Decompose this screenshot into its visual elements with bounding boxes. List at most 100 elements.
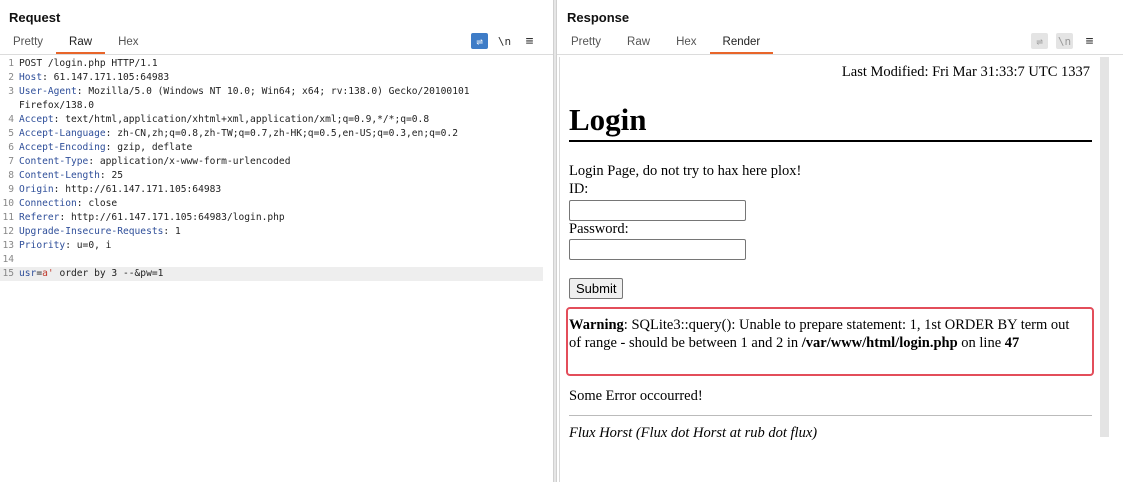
editor-line: 11 Referer: http://61.147.171.105:64983/l… bbox=[0, 211, 553, 225]
line-content: Host: 61.147.171.105:64983 bbox=[19, 71, 553, 85]
header-separator: : bbox=[65, 240, 77, 251]
line-number: 12 bbox=[2, 226, 14, 237]
line-number: 8 bbox=[8, 170, 14, 181]
header-value: http://61.147.171.105:64983/login.php bbox=[71, 212, 285, 223]
warning-line-number: 47 bbox=[1004, 335, 1020, 351]
header-separator: : bbox=[53, 184, 66, 195]
header-separator: : bbox=[42, 72, 54, 83]
header-value: 25 bbox=[111, 170, 123, 181]
line-content bbox=[19, 253, 553, 267]
request-tab-raw[interactable]: Raw bbox=[56, 34, 106, 54]
header-value: http://61.147.171.105:64983 bbox=[65, 184, 222, 195]
header-value: u=0, i bbox=[76, 240, 112, 251]
header-separator: : bbox=[88, 156, 100, 167]
editor-line: 1 POST /login.php HTTP/1.1 bbox=[0, 57, 553, 71]
line-number: 3 bbox=[8, 86, 14, 97]
line-content: Origin: http://61.147.171.105:64983 bbox=[19, 183, 553, 197]
param-name: usr bbox=[19, 268, 37, 279]
response-tab-raw[interactable]: Raw bbox=[614, 34, 663, 54]
header-value: 61.147.171.105:64983 bbox=[53, 72, 170, 83]
line-number: 5 bbox=[8, 128, 14, 139]
password-input[interactable] bbox=[569, 239, 746, 260]
response-title: Response bbox=[567, 10, 630, 25]
editor-line: 6 Accept-Encoding: gzip, deflate bbox=[0, 141, 553, 155]
request-pane: Request Pretty Raw Hex ⇌ \n ≡ 1 POST /log… bbox=[0, 0, 553, 482]
request-editor[interactable]: 1 POST /login.php HTTP/1.1 2 Host: 61.147.1… bbox=[0, 57, 553, 281]
header-separator: : bbox=[105, 142, 118, 153]
editor-line: 9 Origin: http://61.147.171.105:64983 bbox=[0, 183, 553, 197]
header-separator: : bbox=[76, 198, 89, 209]
line-content: Firefox/138.0 bbox=[19, 99, 553, 113]
response-tab-pretty[interactable]: Pretty bbox=[558, 34, 614, 54]
word-wrap-icon[interactable]: ⇌ bbox=[471, 33, 488, 49]
heading-rule bbox=[569, 140, 1092, 142]
body-rest: order by 3 --&pw=1 bbox=[53, 268, 164, 279]
editor-line: 3 User-Agent: Mozilla/5.0 (Windows NT 10.… bbox=[0, 85, 553, 99]
line-number: 13 bbox=[2, 240, 14, 251]
line-number: 15 bbox=[2, 268, 14, 279]
editor-line: 5 Accept-Language: zh-CN,zh;q=0.8,zh-TW;q… bbox=[0, 127, 553, 141]
header-value: gzip, deflate bbox=[117, 142, 193, 153]
header-name: Accept-Encoding bbox=[19, 142, 106, 153]
render-scrollbar[interactable] bbox=[1100, 57, 1109, 437]
header-name: Upgrade-Insecure-Requests bbox=[19, 226, 164, 237]
header-value: 1 bbox=[174, 226, 181, 237]
intro-text: Login Page, do not try to hax here plox! bbox=[569, 163, 802, 179]
line-content: Accept: text/html,application/xhtml+xml,… bbox=[19, 113, 553, 127]
request-tab-pretty[interactable]: Pretty bbox=[0, 34, 56, 54]
submit-button[interactable]: Submit bbox=[569, 278, 624, 299]
line-number: 14 bbox=[2, 254, 14, 265]
line-number bbox=[0, 99, 19, 113]
response-tabs: Pretty Raw Hex Render bbox=[558, 34, 774, 54]
header-value: POST /login.php HTTP/1.1 bbox=[19, 58, 158, 69]
line-number: 6 bbox=[8, 142, 14, 153]
header-separator: : bbox=[59, 212, 71, 223]
hamburger-menu-icon[interactable]: ≡ bbox=[1081, 33, 1098, 49]
newline-toggle-icon[interactable]: \n bbox=[496, 33, 513, 49]
editor-line: 10 Connection: close bbox=[0, 197, 553, 211]
word-wrap-icon[interactable]: ⇌ bbox=[1031, 33, 1048, 49]
response-tab-hex[interactable]: Hex bbox=[663, 34, 709, 54]
line-content: Upgrade-Insecure-Requests: 1 bbox=[19, 225, 553, 239]
response-pane: Response Pretty Raw Hex Render ⇌ \n ≡ La… bbox=[557, 0, 1123, 482]
warning-label: Warning bbox=[569, 317, 624, 333]
line-number: 7 bbox=[8, 156, 14, 167]
header-name: Accept bbox=[19, 114, 54, 125]
line-content: usr=a' order by 3 --&pw=1 bbox=[19, 267, 543, 281]
rendered-page: Last Modified: Fri Mar 31:33:7 UTC 1337 … bbox=[559, 57, 1099, 482]
footer-rule bbox=[569, 415, 1092, 416]
editor-line: 8 Content-Length: 25 bbox=[0, 169, 553, 183]
editor-line-body: 15 usr=a' order by 3 --&pw=1 bbox=[0, 267, 543, 281]
request-tabs-divider bbox=[0, 54, 553, 55]
request-toolbar: ⇌ \n ≡ bbox=[471, 33, 538, 49]
header-value: Mozilla/5.0 (Windows NT 10.0; Win64; x64… bbox=[88, 86, 470, 97]
editor-line: 7 Content-Type: application/x-www-form-ur… bbox=[0, 155, 553, 169]
newline-toggle-icon[interactable]: \n bbox=[1056, 33, 1073, 49]
line-number: 1 bbox=[8, 58, 14, 69]
line-content: Connection: close bbox=[19, 197, 553, 211]
line-content: Content-Type: application/x-www-form-url… bbox=[19, 155, 553, 169]
header-name: Accept-Language bbox=[19, 128, 106, 139]
id-label: ID: bbox=[569, 181, 589, 197]
param-value: a' bbox=[42, 268, 54, 279]
header-name: Content-Length bbox=[19, 170, 100, 181]
line-content: Referer: http://61.147.171.105:64983/log… bbox=[19, 211, 553, 225]
header-separator: : bbox=[53, 114, 66, 125]
request-title: Request bbox=[9, 10, 61, 25]
id-input[interactable] bbox=[569, 200, 746, 221]
error-text: Some Error occourred! bbox=[569, 388, 703, 404]
header-separator: : bbox=[105, 128, 118, 139]
header-value: Firefox/138.0 bbox=[19, 100, 95, 111]
request-tab-hex[interactable]: Hex bbox=[105, 34, 151, 54]
header-separator: : bbox=[76, 86, 89, 97]
hamburger-menu-icon[interactable]: ≡ bbox=[521, 33, 538, 49]
line-content: Accept-Encoding: gzip, deflate bbox=[19, 141, 553, 155]
http-editor-window: Request Pretty Raw Hex ⇌ \n ≡ 1 POST /log… bbox=[0, 0, 1123, 482]
header-name: Host bbox=[19, 72, 43, 83]
line-content: Priority: u=0, i bbox=[19, 239, 553, 253]
header-name: Content-Type bbox=[19, 156, 89, 167]
header-name: Origin bbox=[19, 184, 54, 195]
editor-line: Firefox/138.0 bbox=[0, 99, 553, 113]
warning-message: Warning: SQLite3::query(): Unable to pre… bbox=[569, 316, 1084, 352]
response-tab-render[interactable]: Render bbox=[709, 34, 774, 54]
